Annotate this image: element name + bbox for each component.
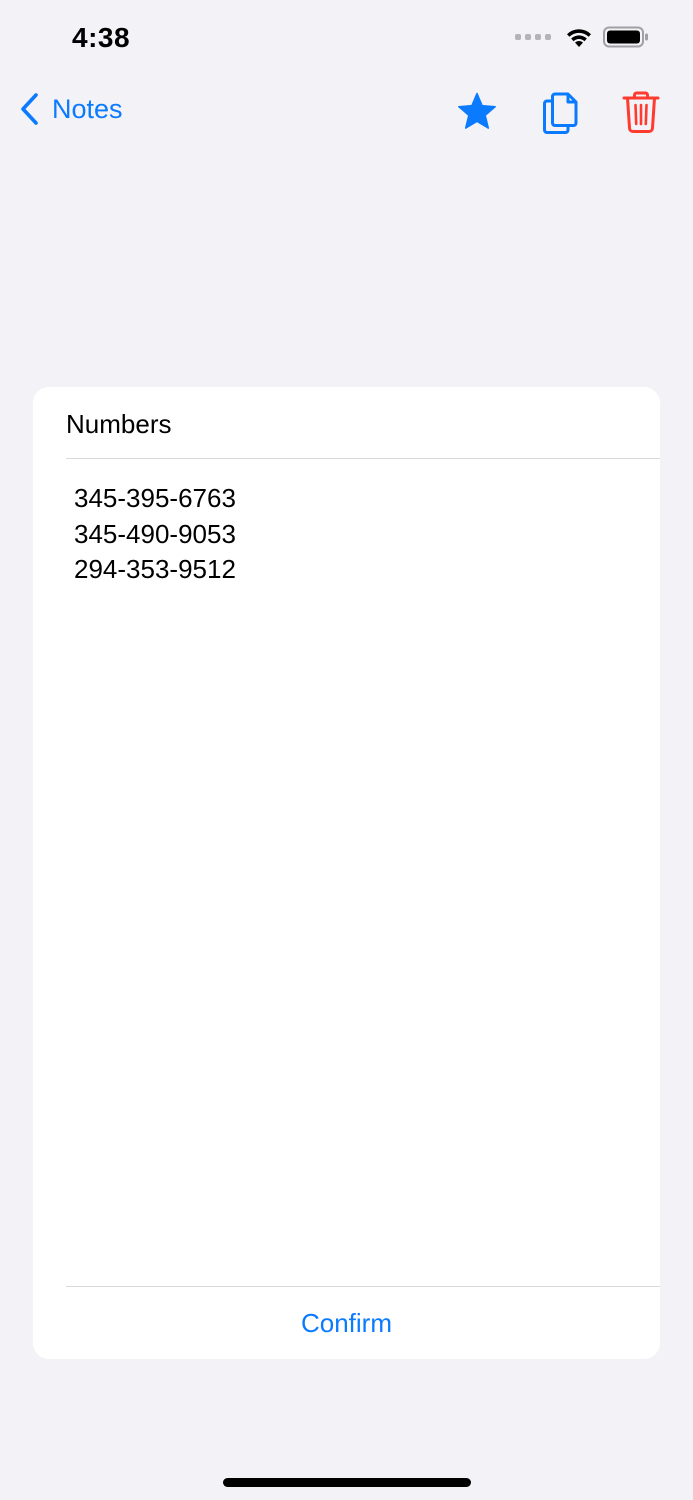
wifi-icon [567,29,591,47]
copy-icon [543,92,578,134]
back-button[interactable]: Notes [20,92,123,126]
trash-icon [622,91,660,133]
title-divider [66,458,660,459]
note-title: Numbers [66,409,172,439]
note-text-area[interactable]: 345-395-6763 345-490-9053 294-353-9512 [74,481,630,588]
note-line: 345-490-9053 [74,518,236,549]
note-line: 294-353-9512 [74,554,236,584]
status-indicators [515,26,649,48]
note-line: 345-395-6763 [74,483,236,513]
battery-icon [603,26,648,48]
delete-button[interactable] [622,90,660,139]
favorite-button[interactable] [455,90,499,139]
chevron-left-icon [21,93,38,125]
star-icon [458,92,496,129]
note-card: Numbers 345-395-6763 345-490-9053 294-35… [33,387,660,1359]
back-button-label: Notes [52,93,123,124]
home-indicator[interactable] [223,1478,471,1487]
status-time: 4:38 [72,22,131,53]
cellular-signal-icon [515,34,551,40]
confirm-button[interactable]: Confirm [33,1287,660,1359]
copy-button[interactable] [538,90,584,141]
